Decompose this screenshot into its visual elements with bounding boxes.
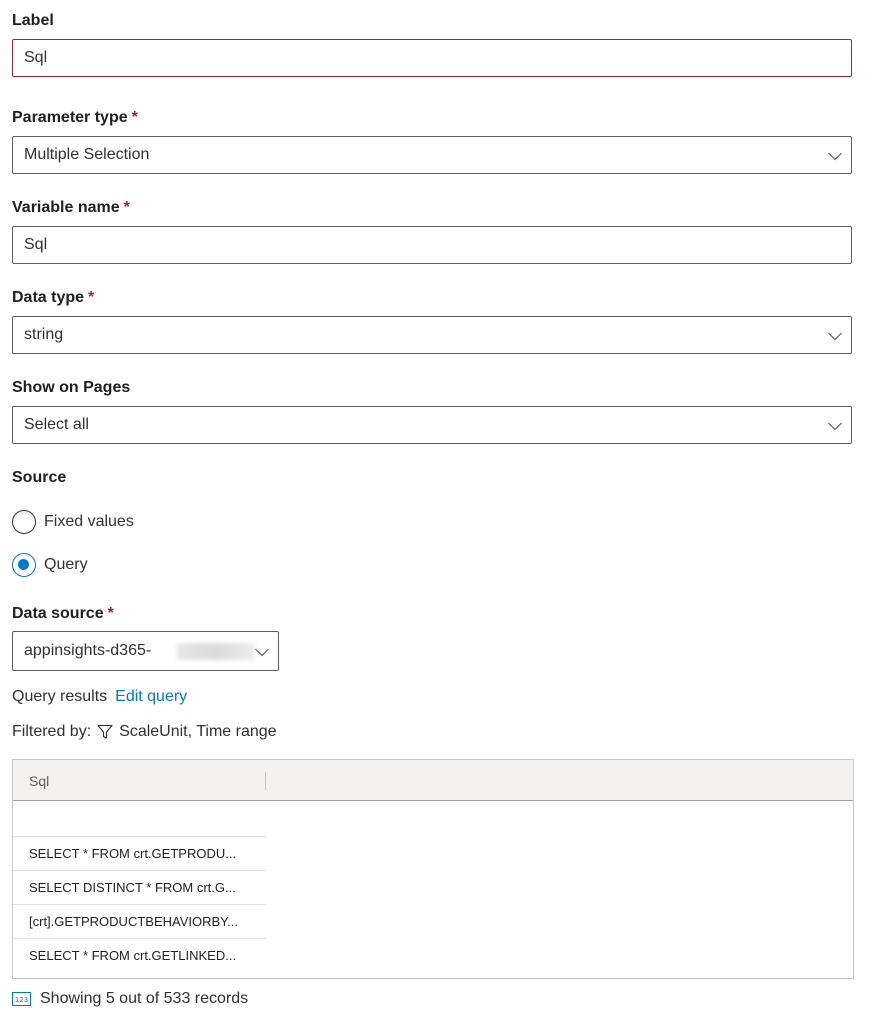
- data-type-value: string: [24, 326, 64, 343]
- show-on-pages-label-text: Show on Pages: [12, 379, 131, 396]
- filtered-by-value: ScaleUnit, Time range: [119, 723, 277, 740]
- filtered-by-label: Filtered by:: [12, 723, 92, 740]
- show-on-pages-dropdown[interactable]: Select all: [12, 406, 852, 444]
- number-icon: 123: [12, 992, 31, 1006]
- radio-fixed-values[interactable]: Fixed values: [12, 508, 134, 536]
- chevron-down-icon: [828, 152, 842, 161]
- grid-header: Sql: [13, 760, 853, 801]
- records-footer: 123 Showing 5 out of 533 records: [12, 990, 248, 1008]
- query-results-line: Query results Edit query: [12, 688, 187, 706]
- column-separator[interactable]: [265, 772, 266, 790]
- radio-query[interactable]: Query: [12, 551, 88, 579]
- filtered-by-line: Filtered by: ScaleUnit, Time range: [12, 723, 277, 741]
- data-type-dropdown[interactable]: string: [12, 316, 852, 354]
- redacted-text: [177, 643, 255, 660]
- edit-query-link[interactable]: Edit query: [115, 688, 187, 706]
- variable-name-input[interactable]: Sql: [12, 226, 852, 264]
- show-on-pages-label: Show on Pages: [12, 378, 130, 398]
- source-label-text: Source: [12, 469, 67, 486]
- radio-label: Query: [44, 556, 88, 573]
- parameter-type-label-text: Parameter type: [12, 109, 128, 126]
- data-type-label-text: Data type: [12, 289, 85, 306]
- required-mark: *: [131, 109, 138, 126]
- table-row[interactable]: [13, 801, 266, 835]
- label-input-value: Sql: [24, 49, 48, 66]
- chevron-down-icon: [828, 422, 842, 431]
- radio-label: Fixed values: [44, 513, 134, 530]
- label-field-label-text: Label: [12, 12, 54, 29]
- parameter-type-dropdown[interactable]: Multiple Selection: [12, 136, 852, 174]
- column-header-sql[interactable]: Sql: [29, 773, 49, 789]
- data-source-label: Data source *: [12, 604, 114, 624]
- data-source-value: appinsights-d365-: [24, 642, 152, 659]
- radio-button[interactable]: [12, 510, 36, 534]
- required-mark: *: [88, 289, 95, 306]
- filter-icon: [97, 724, 113, 739]
- parameter-type-label: Parameter type *: [12, 108, 138, 128]
- variable-name-value: Sql: [24, 236, 48, 253]
- variable-name-label: Variable name *: [12, 198, 130, 218]
- records-count-text: Showing 5 out of 533 records: [40, 990, 249, 1007]
- required-mark: *: [107, 605, 114, 622]
- number-icon-text: 123: [15, 996, 28, 1004]
- data-source-label-text: Data source: [12, 605, 104, 622]
- data-type-label: Data type *: [12, 288, 94, 308]
- radio-button-checked[interactable]: [12, 553, 36, 577]
- chevron-down-icon: [828, 332, 842, 341]
- table-row[interactable]: [crt].GETPRODUCTBEHAVIORBY...: [13, 904, 266, 938]
- table-row[interactable]: SELECT DISTINCT * FROM crt.G...: [13, 870, 266, 904]
- parameter-type-value: Multiple Selection: [24, 146, 150, 163]
- query-results-grid: Sql SELECT * FROM crt.GETPRODU... SELECT…: [12, 759, 854, 979]
- query-results-label: Query results: [12, 688, 108, 705]
- data-source-dropdown[interactable]: appinsights-d365-: [12, 631, 279, 671]
- show-on-pages-value: Select all: [24, 416, 89, 433]
- table-row[interactable]: SELECT * FROM crt.GETLINKED...: [13, 938, 266, 972]
- label-input[interactable]: Sql: [12, 39, 852, 77]
- label-field-label: Label: [12, 11, 54, 31]
- source-label: Source: [12, 468, 66, 488]
- required-mark: *: [123, 199, 130, 216]
- parameter-editor: Label Sql Parameter type * Multiple Selec…: [0, 0, 876, 1024]
- chevron-down-icon: [255, 648, 269, 657]
- variable-name-label-text: Variable name: [12, 199, 120, 216]
- table-row[interactable]: SELECT * FROM crt.GETPRODU...: [13, 836, 266, 870]
